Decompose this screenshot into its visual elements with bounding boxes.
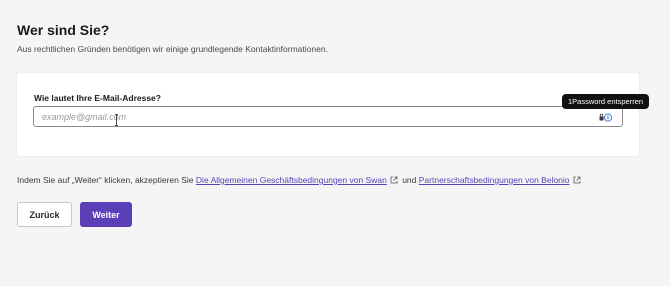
email-card: Wie lautet Ihre E-Mail-Adresse? [17,73,639,156]
external-link-icon [573,176,581,186]
page-subtitle: Aus rechtlichen Gründen benötigen wir ei… [17,44,328,54]
page-title: Wer sind Sie? [17,22,110,38]
1password-tooltip: 1Password entsperren [562,94,650,109]
email-field-wrapper [33,106,623,127]
terms-prefix: Indem Sie auf „Weiter“ klicken, akzeptie… [17,175,194,185]
1password-lock-icon[interactable] [599,112,612,122]
page: Wer sind Sie? Aus rechtlichen Gründen be… [0,0,670,286]
email-label: Wie lautet Ihre E-Mail-Adresse? [34,93,161,103]
back-button[interactable]: Zurück [17,202,72,227]
terms-connector: und [402,175,417,185]
terms-text: Indem Sie auf „Weiter“ klicken, akzeptie… [17,175,583,186]
belonio-terms-link[interactable]: Partnerschaftsbedingungen von Belonio [419,175,570,185]
text-cursor-icon [115,114,118,126]
next-button[interactable]: Weiter [80,202,132,227]
email-input[interactable] [34,107,622,127]
external-link-icon [390,176,398,186]
swan-terms-link[interactable]: Die Allgemeinen Geschäftsbedingungen von… [196,175,387,185]
